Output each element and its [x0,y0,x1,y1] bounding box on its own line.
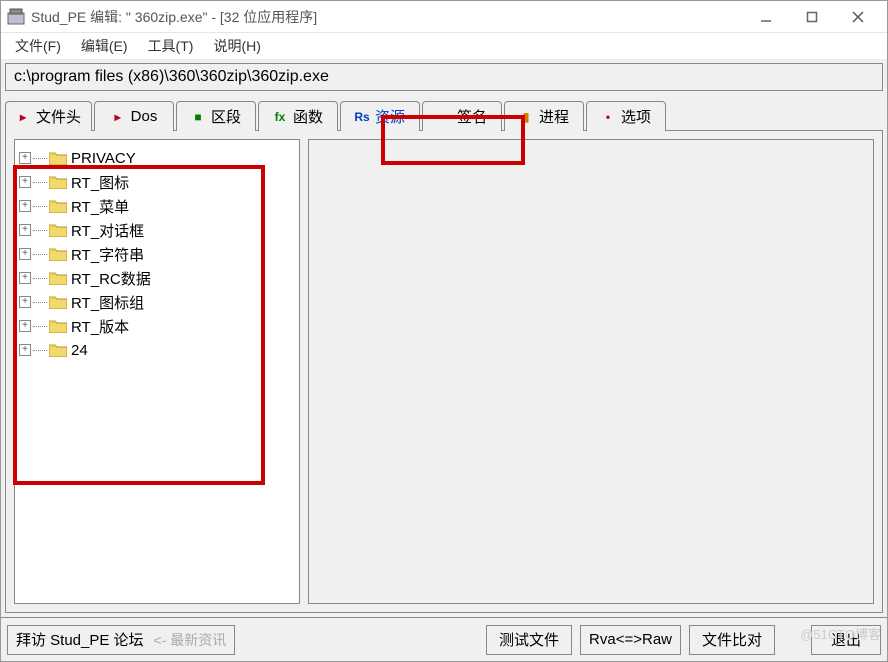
tree-connector [33,326,47,327]
tab-Dos[interactable]: ▸ Dos [94,101,174,131]
menu-edit[interactable]: 编辑(E) [71,34,138,58]
tab-icon: • [601,110,615,124]
tree-connector [33,254,47,255]
window-controls [743,3,881,31]
tree-node[interactable]: + PRIVACY [19,146,295,170]
tab-函数[interactable]: fx 函数 [258,101,338,131]
expand-icon[interactable]: + [19,200,31,212]
rva-raw-button[interactable]: Rva<=>Raw [580,625,681,655]
tree-connector [33,278,47,279]
expand-icon[interactable]: + [19,152,31,164]
expand-icon[interactable]: + [19,344,31,356]
tree-node[interactable]: + RT_RC数据 [19,266,295,290]
tab-label: 资源 [375,106,405,127]
resource-tree[interactable]: + PRIVACY + RT_图标 + RT_菜单 + RT_对话框 + RT_字符串 + RT_RC… [14,139,300,604]
window-title: Stud_PE 编辑: " 360zip.exe" - [32 位应用程序] [31,7,317,27]
tab-content: + PRIVACY + RT_图标 + RT_菜单 + RT_对话框 + RT_字符串 + RT_RC… [5,130,883,613]
file-compare-button[interactable]: 文件比对 [689,625,775,655]
tree-node-label: RT_RC数据 [71,268,151,289]
menu-help[interactable]: 说明(H) [203,34,270,58]
tree-connector [33,182,47,183]
tab-label: 进程 [539,106,569,127]
tab-label: 区段 [211,106,241,127]
tab-文件头[interactable]: ▸ 文件头 [5,101,92,131]
tree-node-label: RT_版本 [71,316,129,337]
expand-icon[interactable]: + [19,296,31,308]
tree-node[interactable]: + RT_对话框 [19,218,295,242]
tab-icon: Rs [355,110,369,124]
tree-connector [33,302,47,303]
folder-icon [49,295,67,309]
client-area: c:\program files (x86)\360\360zip\360zip… [1,59,887,617]
tab-签名[interactable]: 签名 [422,101,502,131]
status-bar: 拜访 Stud_PE 论坛 <- 最新资讯 测试文件 Rva<=>Raw 文件比… [1,617,887,661]
tree-node-label: RT_对话框 [71,220,144,241]
title-bar: Stud_PE 编辑: " 360zip.exe" - [32 位应用程序] [1,1,887,33]
tab-icon [437,110,451,124]
folder-icon [49,319,67,333]
menu-bar: 文件(F) 编辑(E) 工具(T) 说明(H) [1,33,887,59]
file-path-field[interactable]: c:\program files (x86)\360\360zip\360zip… [5,63,883,91]
tree-node-label: RT_图标 [71,172,129,193]
folder-icon [49,247,67,261]
tab-选项[interactable]: • 选项 [586,101,666,131]
minimize-button[interactable] [743,3,789,31]
tab-icon: ▸ [16,110,30,124]
tab-label: 文件头 [36,106,81,127]
forum-link[interactable]: 拜访 Stud_PE 论坛 <- 最新资讯 [7,625,235,655]
app-icon [7,8,25,26]
expand-icon[interactable]: + [19,272,31,284]
tab-strip: ▸ 文件头 ▸ Dos ■ 区段 fx 函数 Rs 资源 签名 ▮ 进程 • 选项 + PRIVACY + RT_… [5,101,883,613]
tab-区段[interactable]: ■ 区段 [176,101,256,131]
close-button[interactable] [835,3,881,31]
maximize-button[interactable] [789,3,835,31]
folder-icon [49,271,67,285]
menu-file[interactable]: 文件(F) [5,34,71,58]
forum-hint: <- 最新资讯 [154,630,227,650]
tab-label: 签名 [457,106,487,127]
tree-node-label: PRIVACY [71,150,136,167]
tab-icon: ▸ [111,110,125,124]
tree-node[interactable]: + RT_图标 [19,170,295,194]
watermark: @51CTO博客 [800,624,881,643]
tree-node[interactable]: + RT_字符串 [19,242,295,266]
tree-connector [33,350,47,351]
tree-node-label: 24 [71,342,88,359]
tree-node-label: RT_菜单 [71,196,129,217]
tab-icon: fx [273,110,287,124]
app-window: Stud_PE 编辑: " 360zip.exe" - [32 位应用程序] 文… [0,0,888,662]
expand-icon[interactable]: + [19,248,31,260]
expand-icon[interactable]: + [19,320,31,332]
tab-label: 选项 [621,106,651,127]
tab-icon: ■ [191,110,205,124]
tree-connector [33,206,47,207]
tab-icon: ▮ [519,110,533,124]
forum-label: 拜访 Stud_PE 论坛 [16,629,144,650]
tree-connector [33,230,47,231]
folder-icon [49,223,67,237]
tree-connector [33,158,47,159]
tree-node[interactable]: + RT_版本 [19,314,295,338]
tree-node-label: RT_字符串 [71,244,144,265]
tree-node[interactable]: + RT_图标组 [19,290,295,314]
tab-label: 函数 [293,106,323,127]
tab-资源[interactable]: Rs 资源 [340,101,420,131]
folder-icon [49,151,67,165]
folder-icon [49,175,67,189]
tree-node[interactable]: + RT_菜单 [19,194,295,218]
expand-icon[interactable]: + [19,176,31,188]
folder-icon [49,199,67,213]
tree-node-label: RT_图标组 [71,292,144,313]
test-file-button[interactable]: 测试文件 [486,625,572,655]
menu-tools[interactable]: 工具(T) [138,34,204,58]
tab-label: Dos [131,108,158,125]
expand-icon[interactable]: + [19,224,31,236]
tree-node[interactable]: +24 [19,338,295,362]
tab-进程[interactable]: ▮ 进程 [504,101,584,131]
folder-icon [49,343,67,357]
resource-preview [308,139,874,604]
